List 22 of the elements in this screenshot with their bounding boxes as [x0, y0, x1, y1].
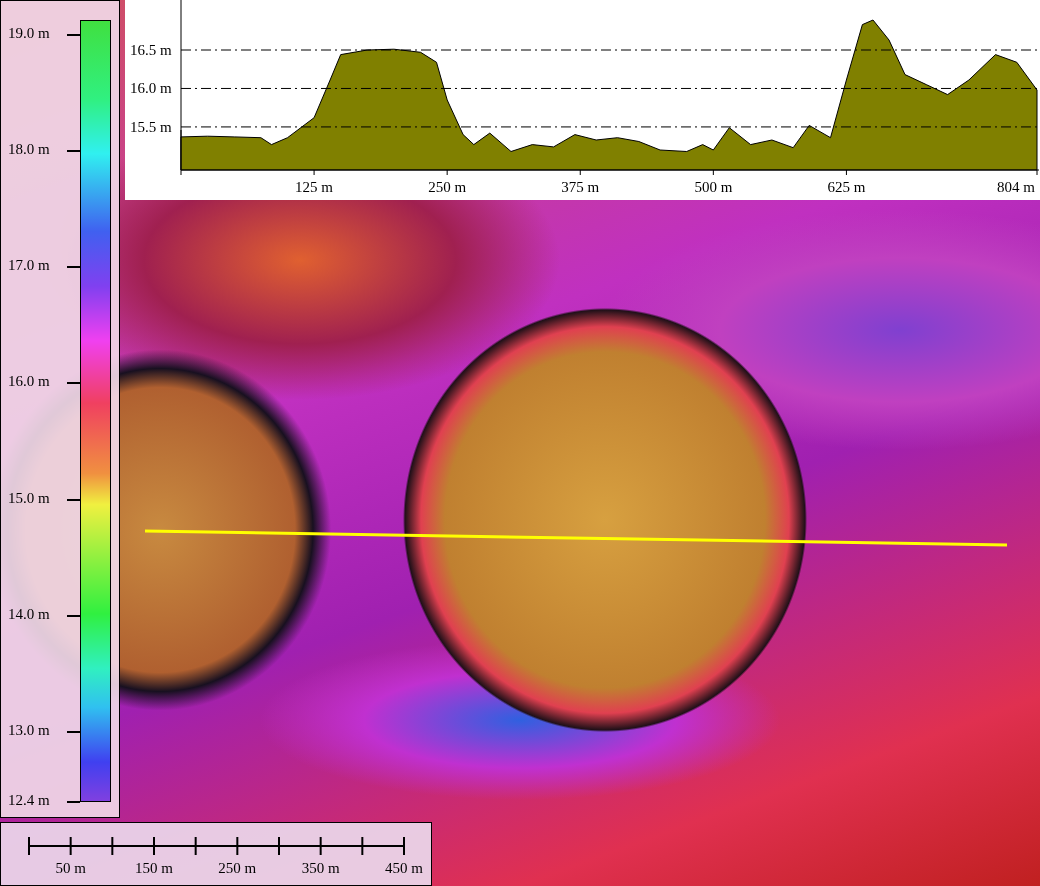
y-axis-label: 15.5 m [130, 118, 172, 135]
y-axis-label: 16.5 m [130, 42, 172, 58]
scale-label: 50 m [55, 860, 86, 876]
legend-label: 16.0 m [8, 372, 50, 390]
y-axis-label: 16.0 m [130, 80, 172, 97]
legend-label: 12.4 m [8, 792, 50, 809]
scale-label: 150 m [135, 860, 173, 876]
x-axis-label: 804 m [997, 179, 1035, 195]
legend-label: 17.0 m [8, 257, 50, 274]
legend-label: 14.0 m [8, 606, 50, 624]
legend-label: 15.0 m [8, 489, 50, 507]
legend-label: 13.0 m [8, 721, 50, 739]
legend-label: 19.0 m [8, 25, 50, 43]
x-axis-label: 625 m [827, 179, 866, 195]
scale-label: 250 m [218, 860, 257, 876]
x-axis-label: 500 m [694, 179, 733, 195]
scale-label: 450 m [385, 860, 423, 876]
scale-label: 350 m [301, 860, 340, 876]
x-axis-label: 125 m [295, 179, 334, 195]
x-axis-label: 250 m [428, 179, 467, 195]
x-axis-label: 375 m [561, 179, 600, 195]
legend-label: 18.0 m [8, 140, 50, 158]
